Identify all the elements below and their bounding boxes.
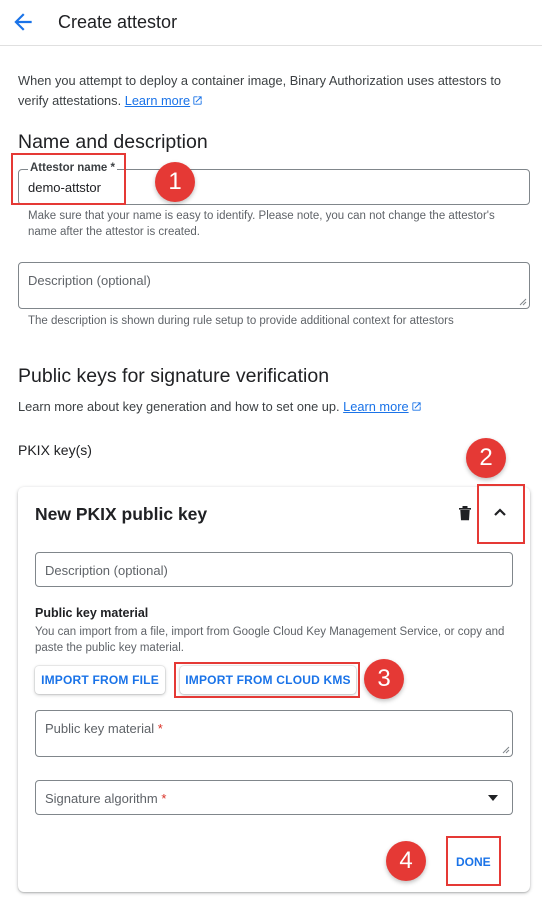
dropdown-arrow-icon	[488, 795, 498, 801]
description-placeholder: Description (optional)	[28, 273, 151, 288]
keys-description: Learn more about key generation and how …	[18, 399, 340, 414]
keys-learn-more-link[interactable]: Learn more	[343, 399, 408, 414]
callout-badge-1: 1	[155, 162, 195, 202]
public-key-material-heading: Public key material	[35, 606, 149, 620]
app-header: Create attestor	[0, 0, 542, 46]
callout-box-done	[446, 836, 501, 886]
name-section-heading: Name and description	[18, 131, 208, 153]
pkix-keys-label: PKIX key(s)	[18, 442, 92, 458]
callout-badge-2: 2	[466, 438, 506, 478]
pkix-key-title: New PKIX public key	[35, 504, 208, 524]
public-key-material-text: You can import from a file, import from …	[35, 626, 505, 654]
keys-section-text: Learn more about key generation and how …	[18, 399, 528, 414]
keys-section-heading: Public keys for signature verification	[18, 365, 330, 387]
signature-algorithm-label: Signature algorithm *	[45, 791, 167, 806]
signature-algorithm-select[interactable]: Signature algorithm *	[35, 780, 513, 815]
external-link-icon	[193, 96, 202, 105]
intro-description: When you attempt to deploy a container i…	[18, 73, 501, 108]
intro-text: When you attempt to deploy a container i…	[18, 71, 523, 111]
resize-handle-icon[interactable]	[502, 746, 510, 754]
callout-badge-3: 3	[364, 659, 404, 699]
description-helper: The description is shown during rule set…	[28, 315, 454, 327]
description-field[interactable]: Description (optional)	[18, 262, 530, 309]
callout-box-import-kms	[174, 662, 360, 698]
callout-box-collapse	[477, 484, 525, 544]
attestor-name-helper: Make sure that your name is easy to iden…	[28, 210, 495, 238]
key-description-placeholder: Description (optional)	[45, 563, 168, 578]
key-description-field[interactable]: Description (optional)	[35, 552, 513, 587]
resize-handle-icon[interactable]	[519, 298, 527, 306]
callout-box-attestor-name	[11, 153, 126, 205]
import-from-file-button[interactable]: IMPORT FROM FILE	[35, 666, 165, 694]
arrow-back-icon[interactable]	[10, 9, 36, 35]
public-key-material-label: Public key material *	[45, 721, 163, 736]
delete-icon[interactable]	[458, 505, 472, 521]
public-key-material-field[interactable]: Public key material *	[35, 710, 513, 757]
external-link-icon	[411, 402, 421, 411]
intro-learn-more-link[interactable]: Learn more	[125, 93, 190, 108]
callout-badge-4: 4	[386, 841, 426, 881]
page-title: Create attestor	[58, 12, 178, 32]
